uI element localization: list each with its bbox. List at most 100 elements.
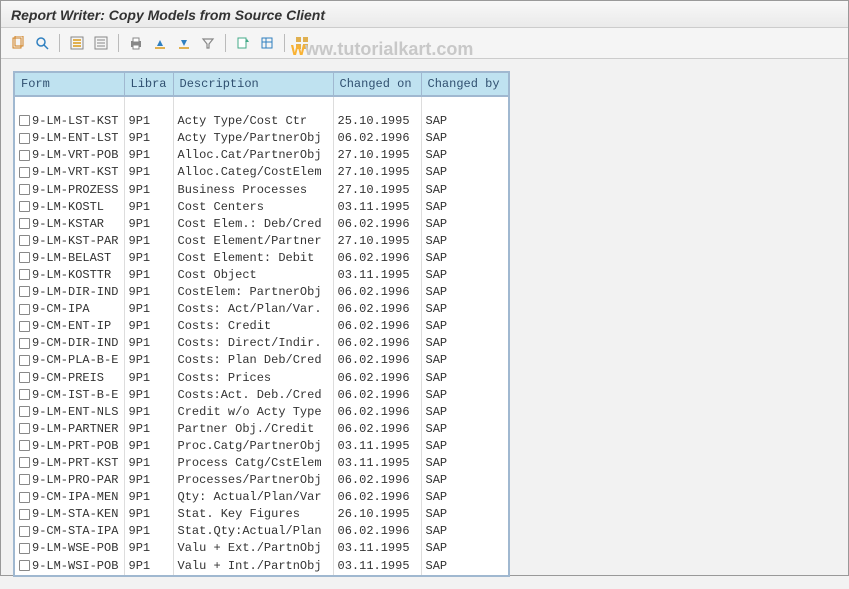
row-checkbox[interactable]	[19, 304, 30, 315]
cell-library: 9P1	[124, 216, 173, 233]
table-row[interactable]: 9-LM-PARTNER9P1Partner Obj./Credit06.02.…	[14, 421, 509, 438]
row-checkbox[interactable]	[19, 115, 30, 126]
cell-library: 9P1	[124, 233, 173, 250]
cell-form: 9-LM-DIR-IND	[32, 285, 118, 299]
sort-desc-icon[interactable]	[173, 32, 195, 54]
table-row[interactable]: 9-LM-PRT-POB9P1Proc.Catg/PartnerObj03.11…	[14, 438, 509, 455]
row-checkbox[interactable]	[19, 338, 30, 349]
table-row[interactable]: 9-LM-PRO-PAR9P1Processes/PartnerObj06.02…	[14, 472, 509, 489]
row-checkbox[interactable]	[19, 321, 30, 332]
cell-form: 9-CM-ENT-IP	[32, 319, 111, 333]
table-row[interactable]: 9-LM-KOSTTR9P1Cost Object03.11.1995SAP	[14, 267, 509, 284]
cell-library: 9P1	[124, 387, 173, 404]
row-checkbox[interactable]	[19, 457, 30, 468]
filter-icon[interactable]	[197, 32, 219, 54]
table-row[interactable]: 9-LM-BELAST9P1Cost Element: Debit06.02.1…	[14, 250, 509, 267]
col-changed-by[interactable]: Changed by	[421, 72, 509, 96]
cell-changed-by: SAP	[421, 199, 509, 216]
copy-icon[interactable]	[7, 32, 29, 54]
details-icon[interactable]	[31, 32, 53, 54]
cell-changed-on: 27.10.1995	[333, 147, 421, 164]
table-row[interactable]: 9-LM-STA-KEN9P1Stat. Key Figures26.10.19…	[14, 506, 509, 523]
row-checkbox[interactable]	[19, 389, 30, 400]
table-row[interactable]: 9-LM-PROZESS9P1Business Processes27.10.1…	[14, 181, 509, 198]
row-checkbox[interactable]	[19, 252, 30, 263]
table-row[interactable]: 9-CM-DIR-IND9P1Costs: Direct/Indir.06.02…	[14, 335, 509, 352]
cell-library: 9P1	[124, 352, 173, 369]
cell-description: Costs: Direct/Indir.	[173, 335, 333, 352]
cell-changed-on: 06.02.1996	[333, 216, 421, 233]
layout-icon[interactable]	[256, 32, 278, 54]
row-checkbox[interactable]	[19, 150, 30, 161]
table-row[interactable]: 9-CM-STA-IPA9P1Stat.Qty:Actual/Plan06.02…	[14, 523, 509, 540]
cell-changed-by: SAP	[421, 233, 509, 250]
cell-form: 9-LM-WSE-POB	[32, 541, 118, 555]
cell-form: 9-LM-PRT-POB	[32, 439, 118, 453]
table-row[interactable]: 9-LM-DIR-IND9P1CostElem: PartnerObj06.02…	[14, 284, 509, 301]
table-row[interactable]: 9-CM-IPA9P1Costs: Act/Plan/Var.06.02.199…	[14, 301, 509, 318]
table-row[interactable]: 9-LM-VRT-POB9P1Alloc.Cat/PartnerObj27.10…	[14, 147, 509, 164]
print-icon[interactable]	[125, 32, 147, 54]
table-row[interactable]: 9-CM-PLA-B-E9P1Costs: Plan Deb/Cred06.02…	[14, 352, 509, 369]
row-checkbox[interactable]	[19, 184, 30, 195]
cell-library: 9P1	[124, 250, 173, 267]
cell-description: Cost Element/Partner	[173, 233, 333, 250]
cell-description: Costs: Act/Plan/Var.	[173, 301, 333, 318]
table-row[interactable]: 9-LM-ENT-NLS9P1Credit w/o Acty Type06.02…	[14, 404, 509, 421]
select-all-icon[interactable]	[66, 32, 88, 54]
table-row[interactable]: 9-CM-PREIS9P1Costs: Prices06.02.1996SAP	[14, 370, 509, 387]
row-checkbox[interactable]	[19, 543, 30, 554]
table-row[interactable]: 9-LM-VRT-KST9P1Alloc.Categ/CostElem27.10…	[14, 164, 509, 181]
row-checkbox[interactable]	[19, 406, 30, 417]
row-checkbox[interactable]	[19, 372, 30, 383]
deselect-all-icon[interactable]	[90, 32, 112, 54]
cell-changed-on: 06.02.1996	[333, 387, 421, 404]
cell-changed-on: 03.11.1995	[333, 540, 421, 557]
row-checkbox[interactable]	[19, 440, 30, 451]
grid-icon[interactable]	[291, 32, 313, 54]
col-changed-on[interactable]: Changed on	[333, 72, 421, 96]
table-row[interactable]: 9-LM-WSI-POB9P1Valu + Int./PartnObj03.11…	[14, 558, 509, 576]
row-checkbox[interactable]	[19, 235, 30, 246]
table-row[interactable]: 9-CM-ENT-IP9P1Costs: Credit06.02.1996SAP	[14, 318, 509, 335]
cell-changed-by: SAP	[421, 284, 509, 301]
cell-library: 9P1	[124, 421, 173, 438]
row-checkbox[interactable]	[19, 492, 30, 503]
row-checkbox[interactable]	[19, 133, 30, 144]
table-row[interactable]: 9-LM-ENT-LST9P1Acty Type/PartnerObj06.02…	[14, 130, 509, 147]
cell-changed-by: SAP	[421, 523, 509, 540]
table-row[interactable]: 9-LM-LST-KST9P1Acty Type/Cost Ctr25.10.1…	[14, 113, 509, 130]
cell-changed-by: SAP	[421, 540, 509, 557]
table-row[interactable]: 9-CM-IST-B-E9P1Costs:Act. Deb./Cred06.02…	[14, 387, 509, 404]
col-description[interactable]: Description	[173, 72, 333, 96]
table-row[interactable]: 9-CM-IPA-MEN9P1Qty: Actual/Plan/Var06.02…	[14, 489, 509, 506]
col-form[interactable]: Form	[14, 72, 124, 96]
row-checkbox[interactable]	[19, 474, 30, 485]
table-row[interactable]: 9-LM-KSTAR9P1Cost Elem.: Deb/Cred06.02.1…	[14, 216, 509, 233]
row-checkbox[interactable]	[19, 526, 30, 537]
row-checkbox[interactable]	[19, 269, 30, 280]
row-checkbox[interactable]	[19, 560, 30, 571]
cell-changed-on: 06.02.1996	[333, 318, 421, 335]
cell-changed-by: SAP	[421, 506, 509, 523]
row-checkbox[interactable]	[19, 286, 30, 297]
row-checkbox[interactable]	[19, 509, 30, 520]
cell-form: 9-LM-LST-KST	[32, 114, 118, 128]
table-row[interactable]: 9-LM-KST-PAR9P1Cost Element/Partner27.10…	[14, 233, 509, 250]
row-checkbox[interactable]	[19, 218, 30, 229]
cell-library: 9P1	[124, 199, 173, 216]
export-icon[interactable]	[232, 32, 254, 54]
table-row[interactable]: 9-LM-WSE-POB9P1Valu + Ext./PartnObj03.11…	[14, 540, 509, 557]
row-checkbox[interactable]	[19, 167, 30, 178]
sort-asc-icon[interactable]	[149, 32, 171, 54]
col-library[interactable]: Libra	[124, 72, 173, 96]
table-row[interactable]: 9-LM-KOSTL9P1Cost Centers03.11.1995SAP	[14, 199, 509, 216]
row-checkbox[interactable]	[19, 355, 30, 366]
page-title: Report Writer: Copy Models from Source C…	[1, 1, 848, 28]
cell-library: 9P1	[124, 267, 173, 284]
cell-form: 9-CM-IPA-MEN	[32, 490, 118, 504]
row-checkbox[interactable]	[19, 423, 30, 434]
row-checkbox[interactable]	[19, 201, 30, 212]
cell-changed-by: SAP	[421, 387, 509, 404]
table-row[interactable]: 9-LM-PRT-KST9P1Process Catg/CstElem03.11…	[14, 455, 509, 472]
